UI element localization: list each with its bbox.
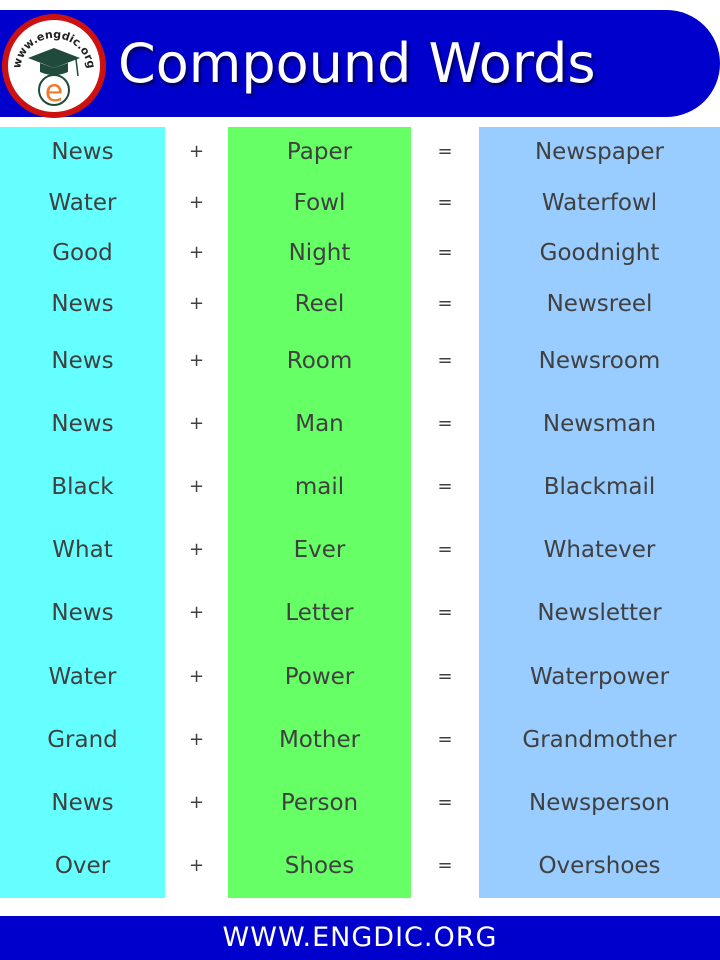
- second-word: Power: [284, 664, 355, 690]
- plus-sign: +: [188, 192, 205, 213]
- compound-word: Newsreel: [546, 291, 653, 317]
- equals-sign: =: [437, 350, 453, 371]
- compound-word: Whatever: [543, 537, 656, 563]
- plus-sign: +: [188, 539, 205, 560]
- first-word: Water: [48, 664, 117, 690]
- compound-word: Overshoes: [538, 853, 661, 879]
- equals-sign: =: [437, 539, 453, 560]
- table-row: News + Person = Newsperson: [0, 785, 720, 821]
- graduation-cap-icon: www.engdic.org e: [10, 28, 98, 109]
- equals-sign: =: [437, 792, 453, 813]
- equals-sign: =: [437, 192, 453, 213]
- table-row: Water + Fowl = Waterfowl: [0, 185, 720, 221]
- equals-sign: =: [437, 293, 453, 314]
- plus-sign: +: [188, 729, 205, 750]
- equals-sign: =: [437, 666, 453, 687]
- page-title: Compound Words: [118, 32, 596, 95]
- second-word: Night: [288, 240, 351, 266]
- second-word: Person: [280, 790, 359, 816]
- first-word: News: [51, 790, 114, 816]
- equals-sign: =: [437, 602, 453, 623]
- plus-sign: +: [188, 350, 205, 371]
- compound-word: Blackmail: [543, 474, 656, 500]
- equals-sign: =: [437, 141, 453, 162]
- plus-sign: +: [188, 666, 205, 687]
- compound-word: Newsletter: [537, 600, 662, 626]
- compound-word: Newsperson: [529, 790, 670, 816]
- plus-sign: +: [188, 476, 205, 497]
- equals-sign: =: [437, 476, 453, 497]
- first-word: News: [51, 600, 114, 626]
- first-word: Black: [51, 474, 114, 500]
- plus-sign: +: [188, 413, 205, 434]
- first-word: News: [51, 411, 114, 437]
- table-row: News + Paper = Newspaper: [0, 134, 720, 170]
- second-word: Man: [295, 411, 344, 437]
- second-word: Room: [286, 348, 353, 374]
- first-word: News: [51, 139, 114, 165]
- plus-sign: +: [188, 242, 205, 263]
- equals-sign: =: [437, 413, 453, 434]
- first-word: Water: [48, 190, 117, 216]
- compound-word: Waterfowl: [541, 190, 658, 216]
- equals-sign: =: [437, 242, 453, 263]
- first-word: Good: [52, 240, 113, 266]
- logo-letter: e: [45, 74, 63, 109]
- plus-sign: +: [188, 141, 205, 162]
- table-row: News + Reel = Newsreel: [0, 286, 720, 322]
- second-word: Mother: [278, 727, 361, 753]
- second-word: Shoes: [284, 853, 355, 879]
- table-row: What + Ever = Whatever: [0, 532, 720, 568]
- second-word: mail: [294, 474, 345, 500]
- first-word: What: [52, 537, 113, 563]
- first-word: News: [51, 291, 114, 317]
- plus-sign: +: [188, 855, 205, 876]
- plus-sign: +: [188, 602, 205, 623]
- second-word: Letter: [285, 600, 354, 626]
- footer-url[interactable]: WWW.ENGDIC.ORG: [0, 916, 720, 960]
- equals-sign: =: [437, 855, 453, 876]
- first-word: Over: [54, 853, 111, 879]
- compound-word: Grandmother: [522, 727, 677, 753]
- plus-sign: +: [188, 293, 205, 314]
- table-row: Grand + Mother = Grandmother: [0, 722, 720, 758]
- first-word: News: [51, 348, 114, 374]
- table-row: Water + Power = Waterpower: [0, 659, 720, 695]
- table-row: News + Letter = Newsletter: [0, 595, 720, 631]
- second-word: Fowl: [293, 190, 346, 216]
- footer-banner: WWW.ENGDIC.ORG: [0, 916, 720, 960]
- table-row: Black + mail = Blackmail: [0, 469, 720, 505]
- second-word: Reel: [294, 291, 345, 317]
- first-word: Grand: [47, 727, 118, 753]
- compound-word: Waterpower: [529, 664, 670, 690]
- compound-word: Newsman: [542, 411, 657, 437]
- equals-sign: =: [437, 729, 453, 750]
- table-row: News + Room = Newsroom: [0, 343, 720, 379]
- table-row: News + Man = Newsman: [0, 406, 720, 442]
- plus-sign: +: [188, 792, 205, 813]
- second-word: Paper: [286, 139, 353, 165]
- second-word: Ever: [293, 537, 346, 563]
- compound-word: Goodnight: [539, 240, 660, 266]
- engdic-logo: www.engdic.org e: [2, 14, 106, 118]
- table-row: Good + Night = Goodnight: [0, 235, 720, 271]
- compound-word: Newsroom: [538, 348, 661, 374]
- table-row: Over + Shoes = Overshoes: [0, 848, 720, 884]
- compound-word: Newspaper: [534, 139, 665, 165]
